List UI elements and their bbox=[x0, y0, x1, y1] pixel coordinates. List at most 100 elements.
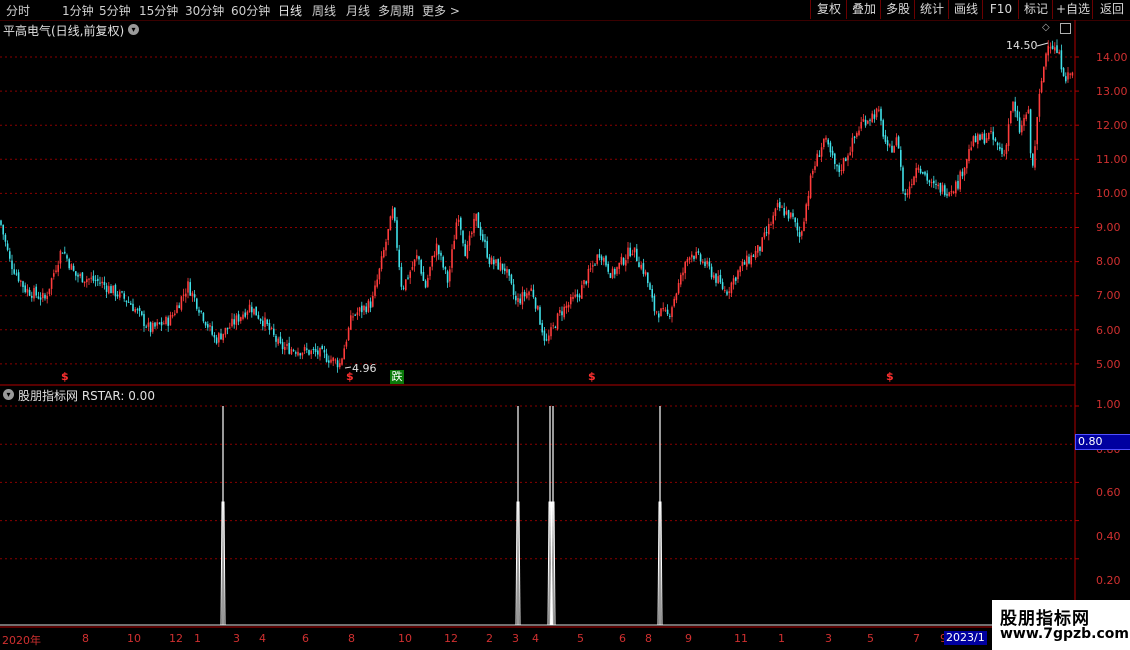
diamond-icon[interactable]: ◇ bbox=[1042, 22, 1050, 33]
price-candle bbox=[160, 321, 163, 326]
period-tab-fenshi[interactable]: 分时 bbox=[6, 2, 30, 19]
price-candle bbox=[618, 262, 620, 269]
f10-button[interactable]: F10 bbox=[982, 0, 1019, 19]
price-candle bbox=[398, 249, 400, 268]
price-candle bbox=[840, 170, 843, 172]
watermark-url: www.7gpzb.com bbox=[1000, 626, 1130, 642]
price-candle bbox=[704, 261, 706, 267]
price-candle bbox=[22, 281, 24, 288]
time-axis-label: 1 bbox=[778, 632, 785, 645]
period-tab-more[interactable]: 更多 > bbox=[422, 2, 460, 19]
price-candle bbox=[640, 264, 642, 269]
price-candle bbox=[134, 309, 136, 312]
price-candle bbox=[515, 296, 517, 301]
rstar-spike-edge bbox=[553, 501, 556, 626]
price-candle bbox=[565, 305, 568, 309]
price-candle bbox=[112, 285, 114, 294]
price-candle bbox=[497, 259, 499, 270]
price-candle bbox=[726, 291, 728, 295]
price-candle bbox=[633, 247, 636, 253]
price-candle bbox=[50, 278, 53, 289]
period-tab-monthly[interactable]: 月线 bbox=[346, 2, 370, 19]
price-candle bbox=[345, 341, 348, 347]
stats-button[interactable]: 统计 bbox=[914, 0, 949, 19]
period-tab-60min[interactable]: 60分钟 bbox=[231, 2, 270, 19]
price-candle bbox=[999, 146, 1001, 150]
price-candle bbox=[97, 278, 99, 281]
title-dropdown-icon[interactable]: ▾ bbox=[128, 24, 139, 35]
fall-signal-badge[interactable]: 跌 bbox=[390, 370, 404, 384]
stock-chart-svg[interactable] bbox=[0, 20, 1130, 650]
price-candle bbox=[108, 286, 110, 294]
price-candle bbox=[970, 147, 972, 150]
signal-marker[interactable]: $ bbox=[886, 370, 894, 383]
price-candle bbox=[563, 306, 565, 318]
price-candle bbox=[266, 319, 268, 325]
price-candle bbox=[521, 292, 524, 305]
price-candle bbox=[849, 152, 851, 156]
price-candle bbox=[574, 294, 576, 297]
price-candle bbox=[152, 322, 154, 332]
price-candle bbox=[187, 281, 189, 293]
price-candle bbox=[114, 284, 117, 297]
price-candle bbox=[61, 252, 64, 254]
add-watchlist-button[interactable]: +自选 bbox=[1052, 0, 1093, 19]
period-tab-multi[interactable]: 多周期 bbox=[378, 2, 414, 19]
price-candle bbox=[154, 322, 156, 327]
price-candle bbox=[15, 273, 18, 275]
price-candle bbox=[44, 294, 46, 299]
price-candle bbox=[671, 307, 673, 317]
draw-button[interactable]: 画线 bbox=[948, 0, 983, 19]
period-tab-30min[interactable]: 30分钟 bbox=[185, 2, 224, 19]
mark-button[interactable]: 标记 bbox=[1018, 0, 1053, 19]
price-candle bbox=[924, 171, 926, 175]
period-tab-15min[interactable]: 15分钟 bbox=[139, 2, 178, 19]
price-candle bbox=[317, 350, 319, 355]
price-candle bbox=[255, 306, 257, 316]
period-tab-1min[interactable]: 1分钟 bbox=[62, 2, 94, 19]
price-candle bbox=[1043, 66, 1045, 83]
price-candle bbox=[213, 335, 216, 338]
period-tab-5min[interactable]: 5分钟 bbox=[99, 2, 131, 19]
time-axis-label: 8 bbox=[348, 632, 355, 645]
price-candle bbox=[224, 327, 227, 335]
time-axis-label: 9 bbox=[685, 632, 692, 645]
price-axis-label: 10.00 bbox=[1096, 187, 1128, 200]
signal-marker[interactable]: $ bbox=[588, 370, 596, 383]
overlay-button[interactable]: 叠加 bbox=[846, 0, 881, 19]
price-candle bbox=[501, 263, 504, 270]
price-candle bbox=[202, 312, 205, 322]
multi-stock-button[interactable]: 多股 bbox=[880, 0, 915, 19]
price-candle bbox=[328, 360, 330, 363]
price-candle bbox=[378, 268, 381, 280]
price-candle bbox=[992, 131, 994, 140]
price-candle bbox=[464, 243, 466, 257]
adjust-button[interactable]: 复权 bbox=[810, 0, 847, 19]
price-candle bbox=[394, 207, 396, 221]
time-axis-label: 1 bbox=[194, 632, 201, 645]
price-candle bbox=[171, 315, 174, 317]
price-candle bbox=[420, 260, 422, 274]
price-candle bbox=[354, 314, 356, 316]
price-candle bbox=[966, 159, 968, 169]
indicator-dropdown-icon[interactable]: ▾ bbox=[3, 389, 14, 400]
price-candle bbox=[922, 172, 924, 174]
signal-marker[interactable]: $ bbox=[346, 370, 354, 383]
price-candle bbox=[664, 309, 667, 311]
time-axis-label: 5 bbox=[577, 632, 584, 645]
price-candle bbox=[79, 274, 81, 277]
period-tab-daily[interactable]: 日线 bbox=[278, 2, 302, 19]
price-candle bbox=[253, 308, 255, 315]
window-icon[interactable] bbox=[1060, 23, 1071, 34]
signal-marker[interactable]: $ bbox=[61, 370, 69, 383]
price-candle bbox=[541, 323, 543, 333]
price-candle bbox=[732, 278, 735, 285]
price-candle bbox=[554, 326, 557, 328]
price-candle bbox=[174, 313, 176, 315]
time-axis-label: 8 bbox=[645, 632, 652, 645]
back-button[interactable]: 返回 bbox=[1092, 0, 1130, 19]
price-candle bbox=[677, 282, 680, 294]
period-tab-weekly[interactable]: 周线 bbox=[312, 2, 336, 19]
price-candle bbox=[1032, 153, 1034, 166]
price-candle bbox=[1045, 53, 1047, 67]
